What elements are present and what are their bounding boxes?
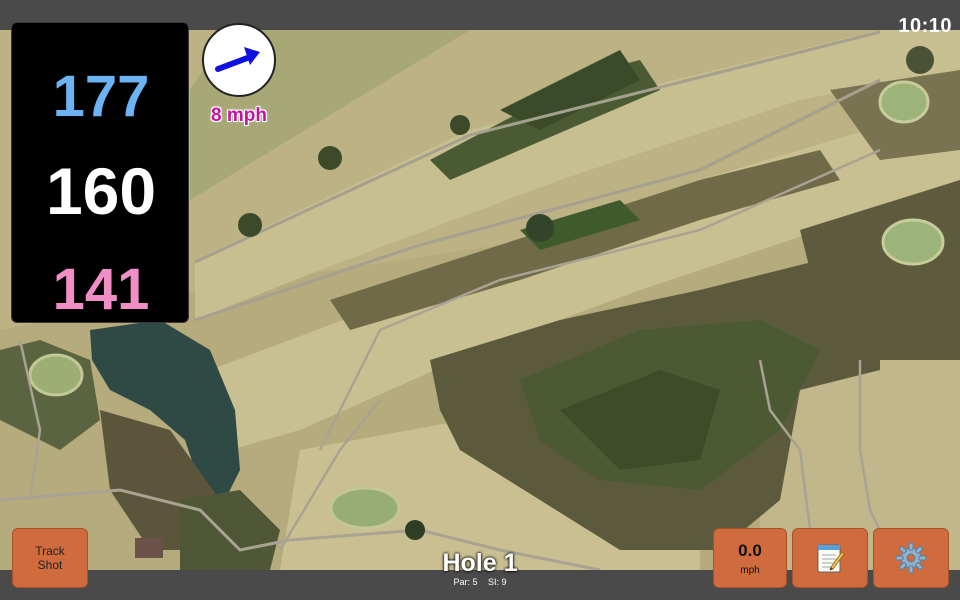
notes-button[interactable] bbox=[792, 528, 868, 588]
track-shot-button[interactable]: Track Shot bbox=[12, 528, 88, 588]
hole-title: Hole 1 bbox=[442, 549, 518, 577]
track-shot-label-line1: Track bbox=[35, 544, 65, 558]
wind-arrow-icon bbox=[215, 47, 260, 72]
gear-icon bbox=[895, 542, 927, 574]
speed-button[interactable]: 0.0 mph bbox=[713, 528, 787, 588]
track-shot-label-line2: Shot bbox=[37, 558, 63, 572]
wind-indicator bbox=[202, 23, 276, 97]
center-distance: 160 bbox=[45, 154, 157, 228]
clock: 10:10 bbox=[898, 15, 952, 37]
hole-par: Par: 5 bbox=[453, 577, 478, 587]
settings-button[interactable] bbox=[873, 528, 949, 588]
speed-value: 0.0 bbox=[738, 540, 762, 560]
notepad-icon bbox=[817, 544, 845, 573]
hole-si: SI: 9 bbox=[488, 577, 507, 587]
wind-speed: 8 mph bbox=[211, 105, 267, 126]
hole-meta: Par: 5 SI: 9 bbox=[380, 577, 580, 587]
speed-unit: mph bbox=[740, 564, 760, 576]
distance-panel: 177 160 141 bbox=[11, 22, 189, 323]
back-distance: 177 bbox=[52, 64, 150, 129]
front-distance: 141 bbox=[52, 257, 150, 322]
golf-gps-app: 10:10 177 160 141 8 mph Track Shot Hole … bbox=[0, 0, 960, 600]
